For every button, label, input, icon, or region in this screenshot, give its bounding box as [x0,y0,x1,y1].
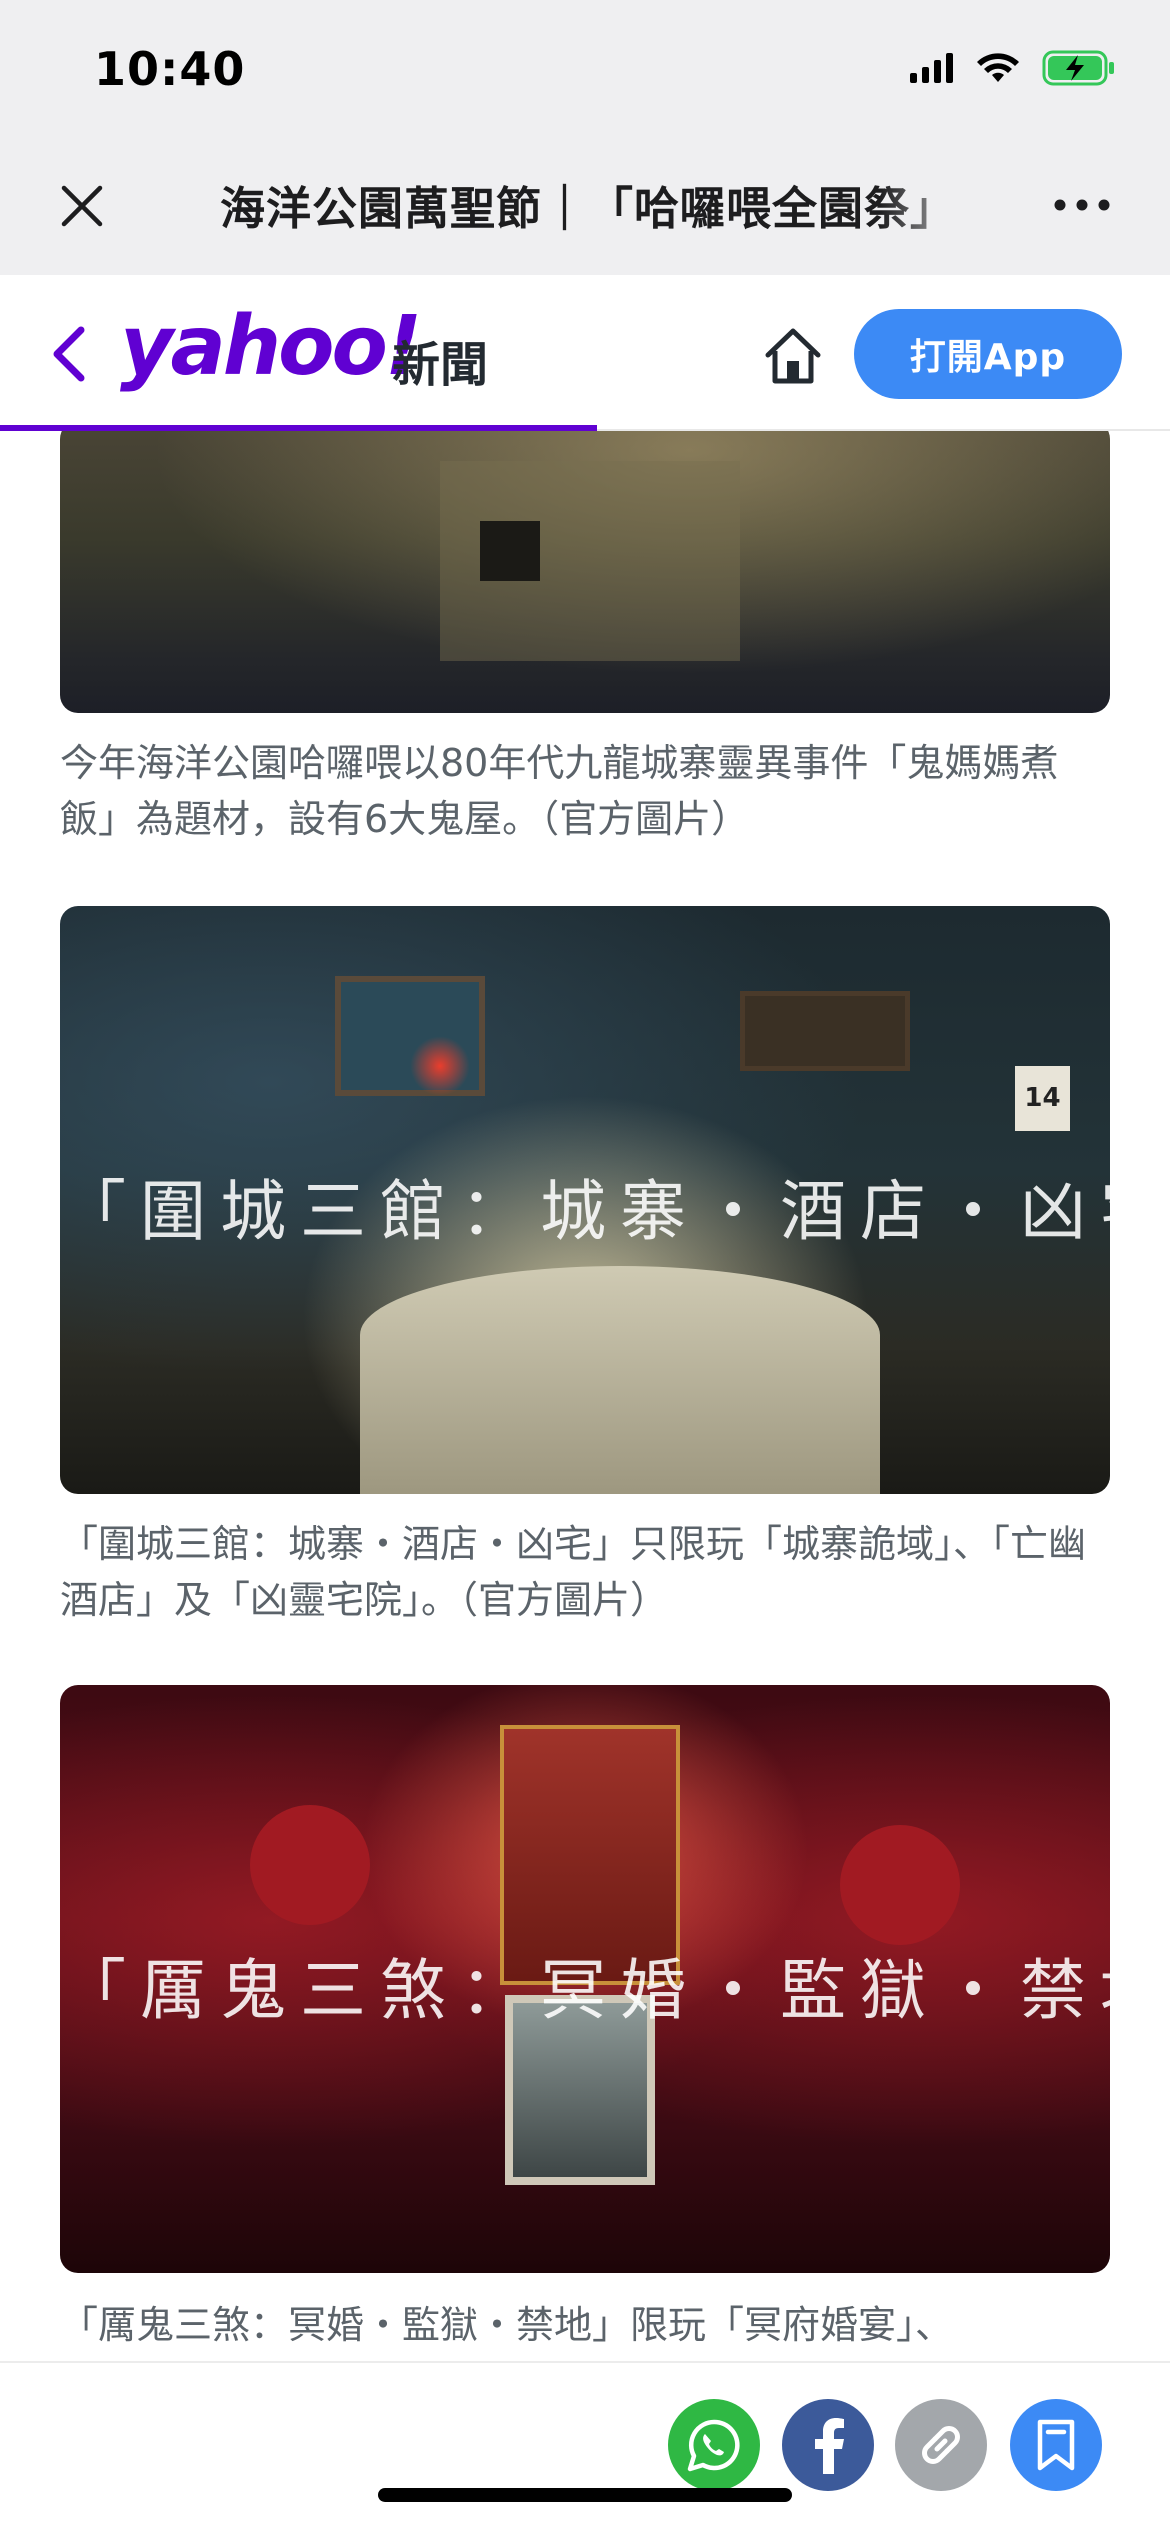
open-app-button[interactable]: 打開App [854,309,1122,399]
signal-icon [910,53,953,83]
image-detail [480,521,540,581]
battery-charging-icon [1042,50,1114,86]
page: 10:40 海洋公園萬聖節｜「哈囉喂全園祭」 yahoo! 新聞 打開App 今… [0,0,1170,2532]
status-time: 10:40 [94,42,246,96]
image-detail [740,991,910,1071]
image-detail [840,1825,960,1945]
whatsapp-share-button[interactable] [668,2399,760,2491]
share-bar [0,2361,1170,2532]
image-detail [250,1805,370,1925]
wifi-icon [977,53,1019,82]
bookmark-button[interactable] [1010,2399,1102,2491]
back-button[interactable] [44,321,94,387]
image-overlay-title-3: 「厲鬼三煞：冥婚・監獄・禁地」 [60,1952,1110,2029]
facebook-icon [815,2418,844,2474]
article-image-2[interactable]: 14 「圍城三館：城寨・酒店・凶宅」 [60,906,1110,1494]
home-icon [765,328,821,384]
chevron-left-icon [53,326,85,382]
browser-chrome: 10:40 海洋公園萬聖節｜「哈囉喂全園祭」 [0,0,1170,275]
status-icons [910,50,1116,86]
more-icon [1054,199,1110,211]
image-calendar: 14 [1015,1066,1070,1131]
page-title: 海洋公園萬聖節｜「哈囉喂全園祭」 [220,182,957,235]
section-title[interactable]: 新聞 [392,325,488,395]
article-body: 今年海洋公園哈囉喂以80年代九龍城寨靈異事件「鬼媽媽煮飯」為題材，設有6大鬼屋。… [0,431,1170,2361]
close-icon [61,185,103,227]
yahoo-logo[interactable]: yahoo! [120,299,422,394]
image-caption-1: 今年海洋公園哈囉喂以80年代九龍城寨靈異事件「鬼媽媽煮飯」為題材，設有6大鬼屋。… [60,741,1059,841]
title-fade [880,165,990,245]
more-button[interactable] [1046,180,1118,230]
home-indicator[interactable] [378,2488,792,2502]
article-image-1[interactable] [60,431,1110,713]
copy-link-button[interactable] [895,2399,987,2491]
link-icon [922,2426,960,2464]
close-button[interactable] [52,176,112,236]
image-caption-2: 「圍城三館：城寨・酒店・凶宅」只限玩「城寨詭域」、「亡幽酒店」及「凶靈宅院」。（… [60,1522,1087,1622]
bookmark-icon [1037,2419,1075,2471]
facebook-share-button[interactable] [782,2399,874,2491]
image-caption-3: 「厲鬼三煞：冥婚・監獄・禁地」限玩「冥府婚宴」、 [60,2303,954,2347]
whatsapp-icon [687,2419,740,2472]
image-detail [360,1266,880,1494]
image-overlay-title-2: 「圍城三館：城寨・酒店・凶宅」 [60,1173,1110,1250]
yahoo-header: yahoo! 新聞 打開App [0,275,1170,431]
article-image-3[interactable]: 「厲鬼三煞：冥婚・監獄・禁地」 [60,1685,1110,2273]
image-detail [410,1036,470,1096]
home-button[interactable] [756,319,830,393]
